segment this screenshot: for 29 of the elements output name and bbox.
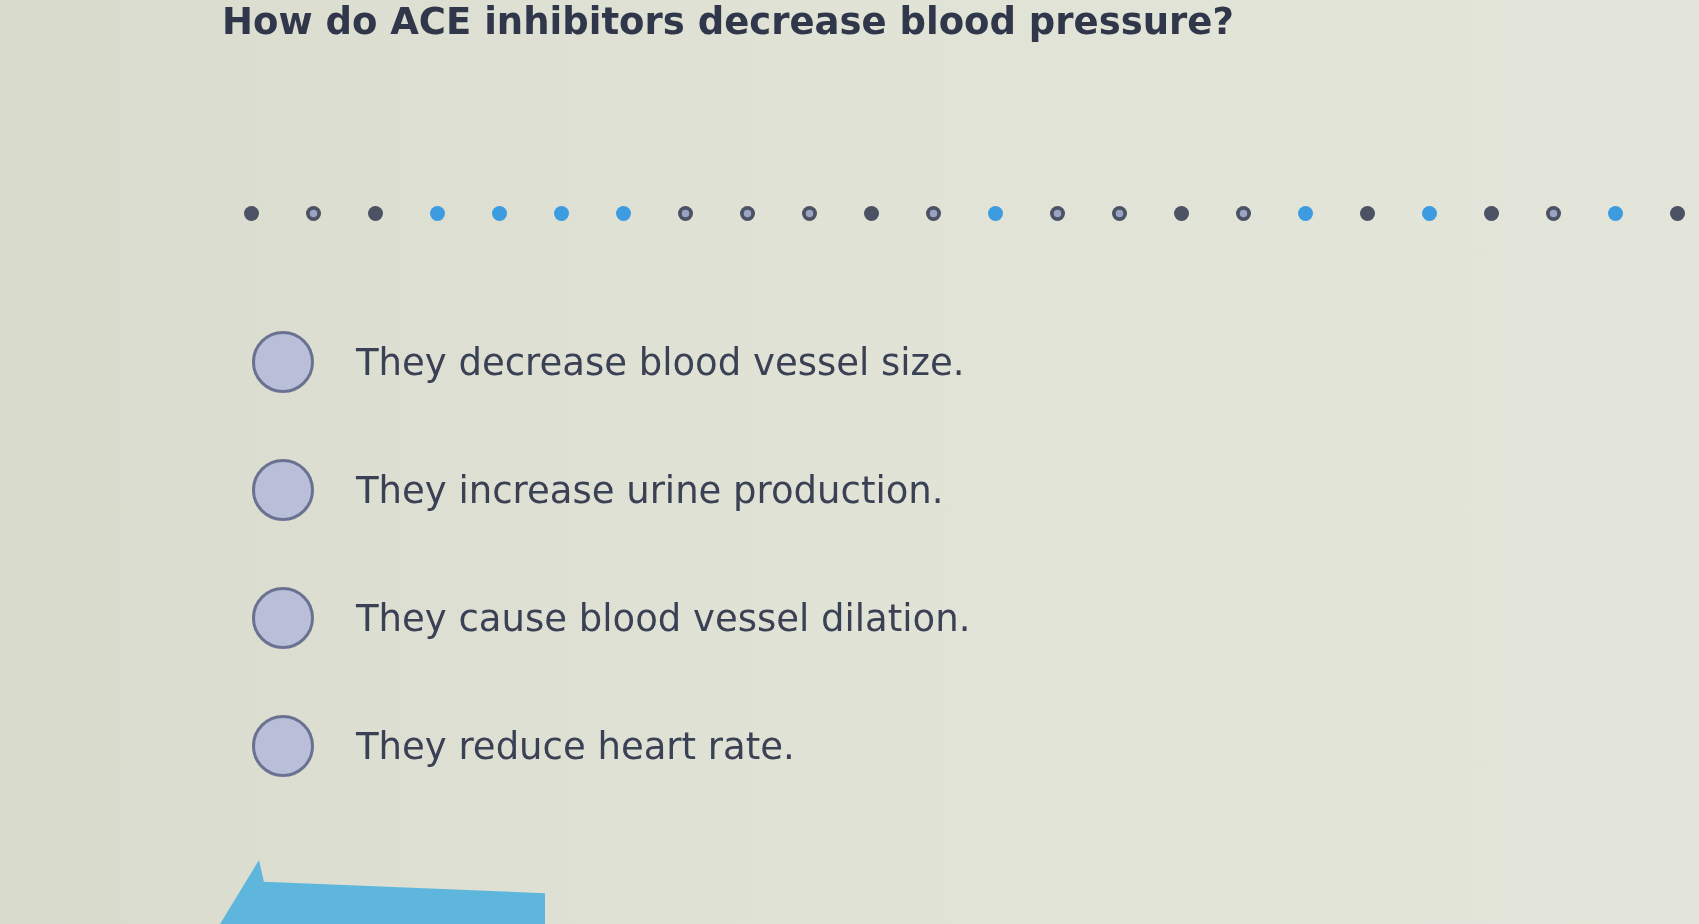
option-label: They reduce heart rate.	[356, 724, 795, 768]
progress-dot-icon[interactable]	[1484, 206, 1499, 221]
ringed-dot-icon[interactable]	[1546, 206, 1561, 221]
progress-dot-icon[interactable]	[368, 206, 383, 221]
option-label: They increase urine production.	[356, 468, 944, 512]
progress-dot-icon[interactable]	[864, 206, 879, 221]
progress-dot-icon[interactable]	[1422, 206, 1437, 221]
progress-dot-icon[interactable]	[430, 206, 445, 221]
ringed-dot-icon[interactable]	[740, 206, 755, 221]
ringed-dot-icon[interactable]	[1112, 206, 1127, 221]
ringed-dot-icon[interactable]	[926, 206, 941, 221]
progress-dot-icon[interactable]	[616, 206, 631, 221]
progress-dot-icon[interactable]	[1670, 206, 1685, 221]
ringed-dot-icon[interactable]	[1236, 206, 1251, 221]
progress-dot-icon[interactable]	[1608, 206, 1623, 221]
progress-dot-icon[interactable]	[244, 206, 259, 221]
progress-dot-icon[interactable]	[1298, 206, 1313, 221]
progress-dot-icon[interactable]	[554, 206, 569, 221]
progress-dot-icon[interactable]	[1360, 206, 1375, 221]
ringed-dot-icon[interactable]	[678, 206, 693, 221]
progress-dot-icon[interactable]	[492, 206, 507, 221]
option-label: They cause blood vessel dilation.	[356, 596, 971, 640]
question-title: How do ACE inhibitors decrease blood pressure?	[222, 0, 1234, 44]
progress-dot-icon[interactable]	[1174, 206, 1189, 221]
ringed-dot-icon[interactable]	[802, 206, 817, 221]
progress-dot-icon[interactable]	[988, 206, 1003, 221]
ringed-dot-icon[interactable]	[1050, 206, 1065, 221]
ringed-dot-icon[interactable]	[306, 206, 321, 221]
option-label: They decrease blood vessel size.	[356, 340, 965, 384]
